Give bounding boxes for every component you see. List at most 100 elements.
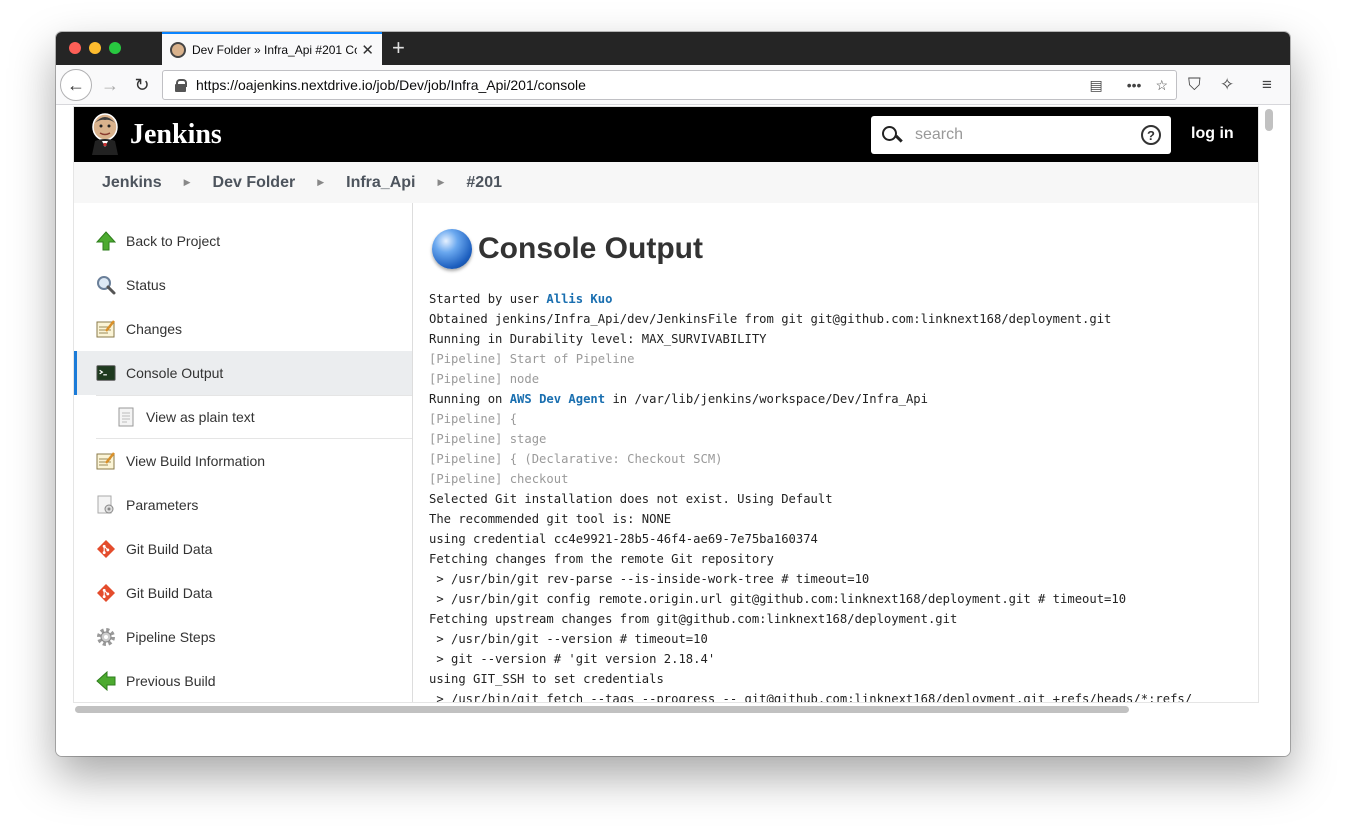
- jenkins-favicon-icon: [170, 41, 186, 58]
- console-line: > git --version # 'git version 2.18.4': [429, 652, 716, 666]
- breadcrumb-jenkins[interactable]: Jenkins: [102, 174, 162, 192]
- breadcrumb-dev-folder[interactable]: Dev Folder: [213, 174, 296, 192]
- reader-view-icon[interactable]: ▤: [1089, 77, 1102, 94]
- sidebar-item-label: Changes: [126, 321, 183, 337]
- sidebar-item-view-build-information[interactable]: View Build Information: [74, 439, 412, 483]
- close-window-button[interactable]: [69, 42, 81, 54]
- navigation-bar: ← → ↻ https://oajenkins.nextdrive.io/job…: [56, 65, 1290, 105]
- user-link[interactable]: Allis Kuo: [546, 292, 612, 306]
- sidebar-item-git-build-data-2[interactable]: Git Build Data: [74, 571, 412, 615]
- blue-ball-status-icon: [432, 229, 472, 269]
- vertical-scrollbar[interactable]: [1265, 109, 1273, 131]
- console-line: [Pipeline] Start of Pipeline: [429, 352, 635, 366]
- url-text[interactable]: https://oajenkins.nextdrive.io/job/Dev/j…: [196, 77, 1075, 93]
- sidebar-item-label: Pipeline Steps: [126, 629, 216, 645]
- sidebar-item-label: Git Build Data: [126, 585, 213, 601]
- page-title: Console Output: [432, 229, 703, 269]
- jenkins-title[interactable]: Jenkins: [130, 119, 222, 151]
- document-gear-icon: [96, 495, 116, 515]
- sidebar-item-status[interactable]: Status: [74, 263, 412, 307]
- search-box[interactable]: ?: [871, 116, 1171, 154]
- search-input[interactable]: [915, 126, 1141, 144]
- forward-button[interactable]: →: [94, 69, 126, 101]
- console-line: [Pipeline] { (Declarative: Checkout SCM): [429, 452, 723, 466]
- horizontal-scrollbar-thumb[interactable]: [75, 706, 1129, 713]
- page-title-text: Console Output: [478, 232, 703, 265]
- sidebar-item-view-as-plain-text[interactable]: View as plain text: [96, 395, 412, 439]
- help-icon[interactable]: ?: [1141, 125, 1161, 145]
- sidebar-item-pipeline-steps[interactable]: Pipeline Steps: [74, 615, 412, 659]
- horizontal-scrollbar[interactable]: [73, 703, 1259, 715]
- console-line: Selected Git installation does not exist…: [429, 492, 833, 506]
- breadcrumb: Jenkins ▶ Dev Folder ▶ Infra_Api ▶ #201: [74, 162, 1258, 203]
- console-line: using credential cc4e9921-28b5-46f4-ae69…: [429, 532, 818, 546]
- console-line: Started by user Allis Kuo: [429, 292, 613, 306]
- sidebar-item-label: Back to Project: [126, 233, 221, 249]
- console-output[interactable]: Started by user Allis Kuo Obtained jenkin…: [429, 289, 1258, 703]
- minimize-window-button[interactable]: [89, 42, 101, 54]
- sidebar-item-label: Parameters: [126, 497, 199, 513]
- console-line: Obtained jenkins/Infra_Api/dev/JenkinsFi…: [429, 312, 1112, 326]
- sidebar-item-console-output[interactable]: Console Output: [74, 351, 412, 395]
- sidebar-item-git-build-data-1[interactable]: Git Build Data: [74, 527, 412, 571]
- magic-wand-icon[interactable]: ✧: [1220, 75, 1234, 95]
- git-icon: [96, 583, 116, 603]
- lock-icon[interactable]: [175, 78, 187, 92]
- console-line: Running on AWS Dev Agent in /var/lib/jen…: [429, 392, 928, 406]
- reload-button[interactable]: ↻: [126, 69, 158, 101]
- sidebar-item-previous-build[interactable]: Previous Build: [74, 659, 412, 702]
- console-line: Fetching upstream changes from git@githu…: [429, 612, 958, 626]
- main-panel: Console Output Started by user Allis Kuo…: [414, 203, 1258, 703]
- magnifier-icon: [96, 275, 116, 295]
- url-bar[interactable]: https://oajenkins.nextdrive.io/job/Dev/j…: [162, 70, 1177, 100]
- agent-link[interactable]: AWS Dev Agent: [510, 392, 605, 406]
- page-viewport[interactable]: Jenkins ? log in Jenkins ▶ Dev Folder ▶ …: [56, 105, 1290, 756]
- tab-strip: Dev Folder » Infra_Api #201 Co ✕ +: [56, 32, 1290, 65]
- console-line: > /usr/bin/git --version # timeout=10: [429, 632, 708, 646]
- git-icon: [96, 539, 116, 559]
- jenkins-page: Jenkins ? log in Jenkins ▶ Dev Folder ▶ …: [73, 106, 1259, 703]
- console-line: > /usr/bin/git rev-parse --is-inside-wor…: [429, 572, 870, 586]
- sidebar-item-back-to-project[interactable]: Back to Project: [74, 219, 412, 263]
- notepad-icon: [96, 451, 116, 471]
- console-line: [Pipeline] stage: [429, 432, 547, 446]
- sidebar-item-label: Git Build Data: [126, 541, 213, 557]
- console-line: The recommended git tool is: NONE: [429, 512, 672, 526]
- console-line: > /usr/bin/git config remote.origin.url …: [429, 592, 1127, 606]
- back-button[interactable]: ←: [60, 69, 92, 101]
- browser-window: Dev Folder » Infra_Api #201 Co ✕ + ← → ↻…: [56, 32, 1290, 756]
- new-tab-button[interactable]: +: [392, 36, 405, 60]
- console-line: > /usr/bin/git fetch --tags --progress -…: [429, 692, 1193, 703]
- zoom-window-button[interactable]: [109, 42, 121, 54]
- side-panel: Back to Project Status Changes Console O…: [74, 203, 413, 702]
- login-link[interactable]: log in: [1191, 125, 1234, 143]
- console-line: using GIT_SSH to set credentials: [429, 672, 664, 686]
- shield-icon[interactable]: ⛉: [1188, 75, 1201, 95]
- console-line: Fetching changes from the remote Git rep…: [429, 552, 774, 566]
- console-line: [Pipeline] node: [429, 372, 540, 386]
- document-icon: [116, 407, 136, 427]
- notepad-icon: [96, 319, 116, 339]
- terminal-icon: [96, 363, 116, 383]
- page-actions-icon[interactable]: •••: [1127, 77, 1142, 93]
- gear-icon: [96, 627, 116, 647]
- breadcrumb-build-201[interactable]: #201: [466, 174, 502, 192]
- breadcrumb-separator-icon[interactable]: ▶: [317, 177, 324, 188]
- jenkins-logo-icon[interactable]: [88, 113, 122, 155]
- browser-tab[interactable]: Dev Folder » Infra_Api #201 Co ✕: [162, 32, 382, 65]
- console-line: [Pipeline] {: [429, 412, 518, 426]
- breadcrumb-separator-icon[interactable]: ▶: [437, 177, 444, 188]
- up-arrow-icon: [96, 231, 116, 251]
- breadcrumb-infra-api[interactable]: Infra_Api: [346, 174, 415, 192]
- sidebar-item-label: Previous Build: [126, 673, 216, 689]
- sidebar-item-label: View as plain text: [146, 409, 255, 425]
- menu-icon[interactable]: ≡: [1262, 75, 1272, 95]
- sidebar-item-label: View Build Information: [126, 453, 266, 469]
- console-line: [Pipeline] checkout: [429, 472, 569, 486]
- bookmark-star-icon[interactable]: ☆: [1155, 77, 1168, 94]
- breadcrumb-separator-icon[interactable]: ▶: [184, 177, 191, 188]
- close-tab-icon[interactable]: ✕: [361, 41, 374, 59]
- sidebar-item-parameters[interactable]: Parameters: [74, 483, 412, 527]
- tab-title: Dev Folder » Infra_Api #201 Co: [192, 42, 358, 57]
- sidebar-item-changes[interactable]: Changes: [74, 307, 412, 351]
